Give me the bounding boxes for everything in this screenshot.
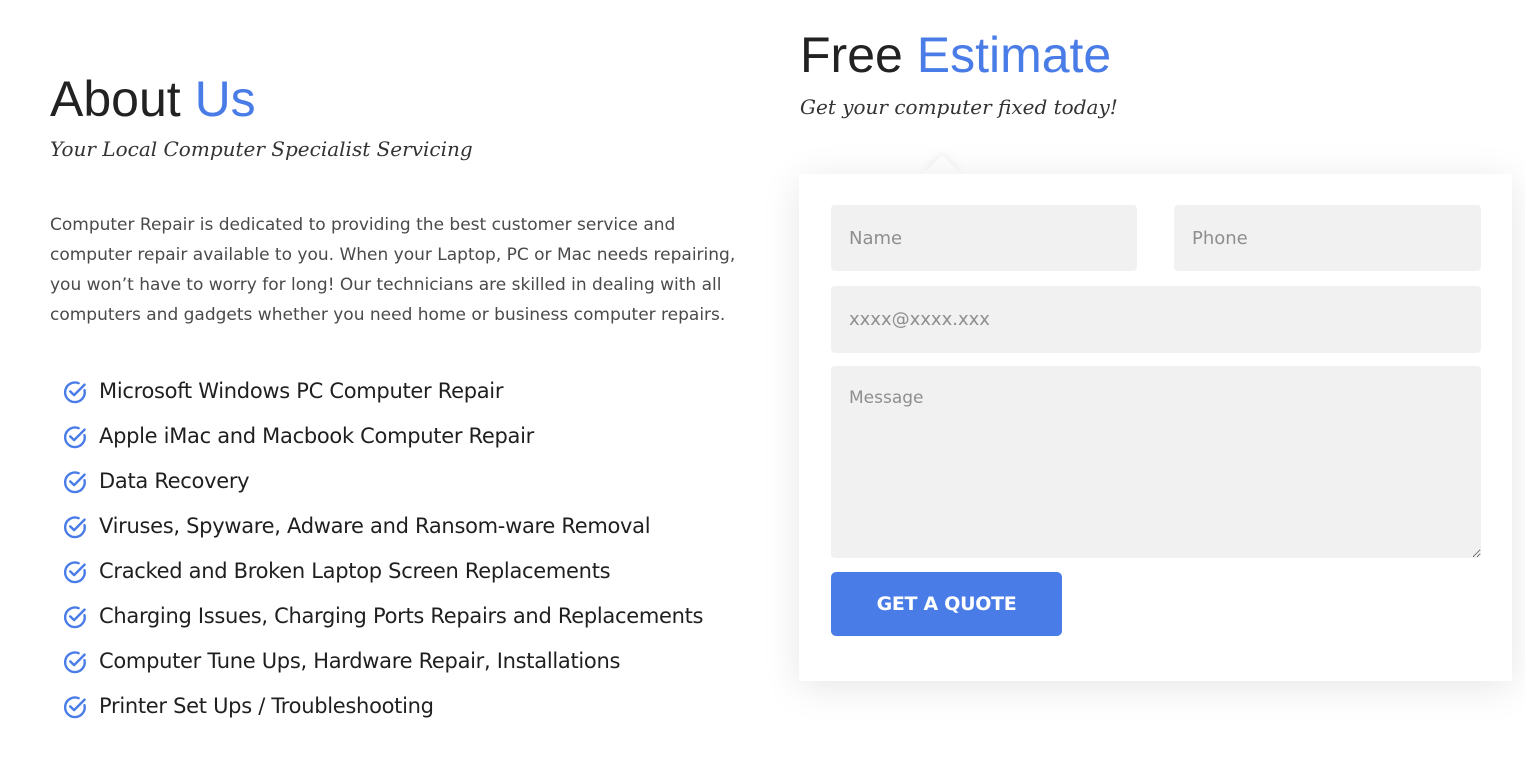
service-item: Cracked and Broken Laptop Screen Replace… — [50, 548, 760, 593]
service-label: Computer Tune Ups, Hardware Repair, Inst… — [99, 649, 621, 673]
service-label: Viruses, Spyware, Adware and Ransom-ware… — [99, 514, 651, 538]
check-circle-icon — [63, 561, 86, 584]
check-circle-icon — [63, 516, 86, 539]
name-input[interactable] — [831, 205, 1137, 271]
service-label: Data Recovery — [99, 469, 250, 493]
service-label: Microsoft Windows PC Computer Repair — [99, 379, 504, 403]
estimate-title-main: Free — [800, 27, 903, 83]
about-title-main: About — [50, 71, 181, 127]
check-circle-icon — [63, 606, 86, 629]
about-subtitle: Your Local Computer Specialist Servicing — [50, 137, 473, 161]
service-item: Printer Set Ups / Troubleshooting — [50, 683, 760, 728]
estimate-title: Free Estimate — [800, 25, 1111, 85]
check-circle-icon — [63, 381, 86, 404]
form-card-pointer — [923, 155, 961, 174]
about-section: About Us Your Local Computer Specialist … — [50, 70, 760, 728]
check-circle-icon — [63, 426, 86, 449]
check-circle-icon — [63, 471, 86, 494]
message-textarea[interactable] — [831, 366, 1481, 558]
service-item: Viruses, Spyware, Adware and Ransom-ware… — [50, 503, 760, 548]
service-item: Computer Tune Ups, Hardware Repair, Inst… — [50, 638, 760, 683]
about-title: About Us — [50, 70, 760, 128]
check-circle-icon — [63, 651, 86, 674]
services-list: Microsoft Windows PC Computer Repair App… — [50, 368, 760, 728]
estimate-subtitle: Get your computer fixed today! — [800, 95, 1118, 119]
get-quote-button[interactable]: GET A QUOTE — [831, 572, 1062, 636]
check-circle-icon — [63, 696, 86, 719]
about-description: Computer Repair is dedicated to providin… — [50, 215, 736, 325]
service-label: Cracked and Broken Laptop Screen Replace… — [99, 559, 611, 583]
email-input[interactable] — [831, 286, 1481, 353]
phone-input[interactable] — [1174, 205, 1481, 271]
estimate-title-accent: Estimate — [916, 27, 1112, 83]
estimate-form: GET A QUOTE — [799, 174, 1512, 681]
service-item: Apple iMac and Macbook Computer Repair — [50, 413, 760, 458]
service-label: Printer Set Ups / Troubleshooting — [99, 694, 434, 718]
about-title-accent: Us — [194, 71, 256, 127]
service-label: Apple iMac and Macbook Computer Repair — [99, 424, 534, 448]
service-item: Microsoft Windows PC Computer Repair — [50, 368, 760, 413]
service-label: Charging Issues, Charging Ports Repairs … — [99, 604, 704, 628]
service-item: Charging Issues, Charging Ports Repairs … — [50, 593, 760, 638]
service-item: Data Recovery — [50, 458, 760, 503]
